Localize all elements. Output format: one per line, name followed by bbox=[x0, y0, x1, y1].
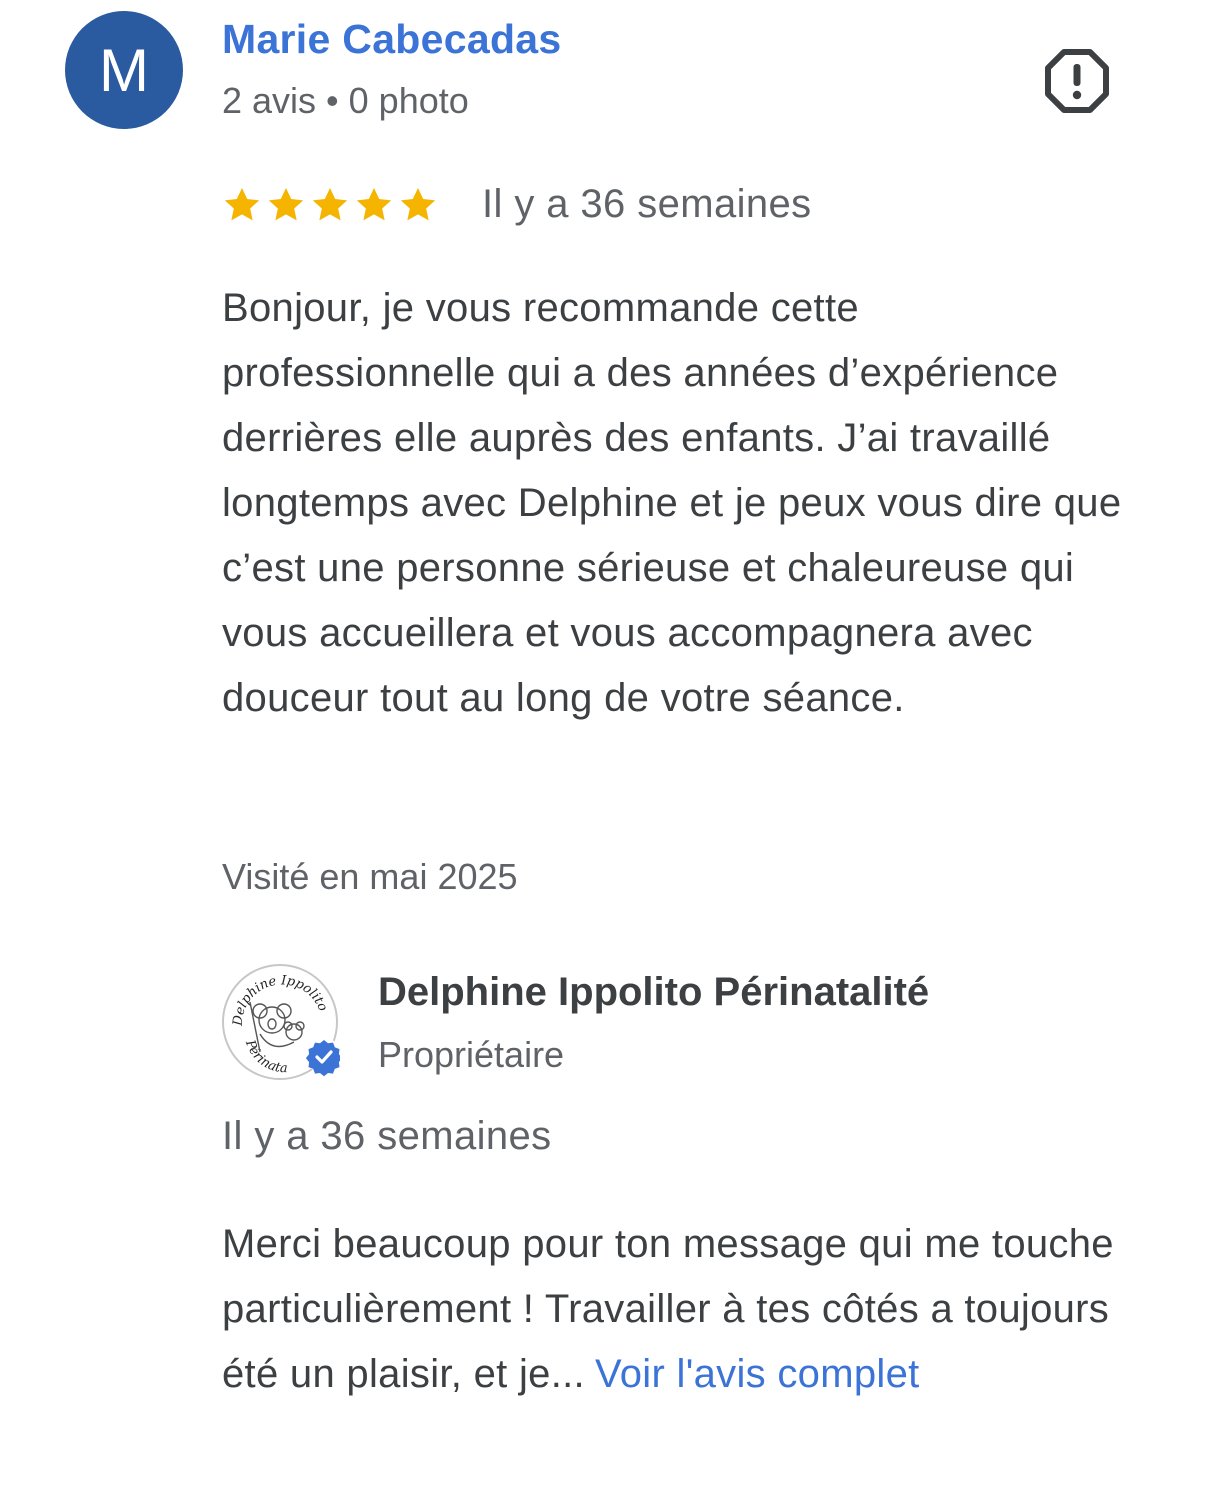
star-icon bbox=[224, 187, 260, 220]
report-flag-icon bbox=[1045, 49, 1109, 113]
reviewer-name[interactable]: Marie Cabecadas bbox=[222, 16, 562, 63]
star-icon bbox=[400, 187, 436, 220]
owner-logo-image: Delphine Ippolito Périnata bbox=[222, 964, 343, 1080]
owner-role: Propriétaire bbox=[378, 1034, 565, 1075]
star-rating bbox=[222, 185, 438, 225]
reviewer-avatar[interactable]: M bbox=[65, 11, 183, 129]
reply-text-block: Merci beaucoup pour ton message qui me t… bbox=[222, 1212, 1122, 1407]
reviewer-initial: M bbox=[99, 36, 149, 104]
owner-logo[interactable]: Delphine Ippolito Périnata bbox=[220, 962, 343, 1082]
reply-date: Il y a 36 semaines bbox=[222, 1114, 552, 1158]
review-text: Bonjour, je vous recommande cette profes… bbox=[222, 286, 1122, 720]
see-full-review-link[interactable]: Voir l'avis complet bbox=[595, 1352, 920, 1396]
report-review-button[interactable] bbox=[1044, 48, 1110, 114]
visited-date: Visité en mai 2025 bbox=[222, 856, 518, 897]
rating-row: Il y a 36 semaines bbox=[222, 182, 812, 227]
owner-name: Delphine Ippolito Périnatalité bbox=[378, 970, 930, 1014]
star-icon bbox=[356, 187, 392, 220]
star-icon bbox=[312, 187, 348, 220]
review-date: Il y a 36 semaines bbox=[482, 182, 812, 226]
reviewer-meta: 2 avis • 0 photo bbox=[222, 80, 469, 121]
star-icon bbox=[268, 187, 304, 220]
